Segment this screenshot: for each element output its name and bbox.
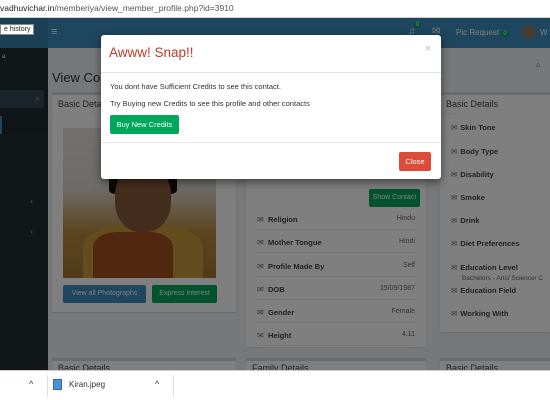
credits-modal: Awww! Snap!! × You dont have Sufficient … [101,35,441,179]
modal-message-2: Try Buying new Credits to see this profi… [110,99,310,108]
modal-footer [101,142,441,179]
url-path: /memberiya/view_member_profile.php?id=39… [54,3,234,13]
url-host: vadhuvichar.in [0,3,55,13]
download-file-name[interactable]: Kiran.jpeg [69,380,105,389]
image-file-icon [53,379,62,390]
close-button[interactable]: Close [399,152,431,171]
modal-message-1: You dont have Sufficient Credits to see … [110,82,281,91]
chevron-up-icon[interactable]: ^ [155,379,159,389]
chevron-up-icon[interactable]: ^ [29,379,33,389]
download-bar: ^ Kiran.jpeg ^ [0,370,550,400]
divider [173,375,174,397]
divider [47,375,48,397]
close-icon[interactable]: × [425,43,431,55]
browser-address-bar[interactable]: vadhuvichar.in/memberiya/view_member_pro… [0,0,550,18]
buy-credits-button[interactable]: Buy New Credits [110,115,179,134]
url-text[interactable]: vadhuvichar.in/memberiya/view_member_pro… [0,3,234,13]
modal-title: Awww! Snap!! [109,45,194,60]
history-tooltip: e history [0,24,35,35]
